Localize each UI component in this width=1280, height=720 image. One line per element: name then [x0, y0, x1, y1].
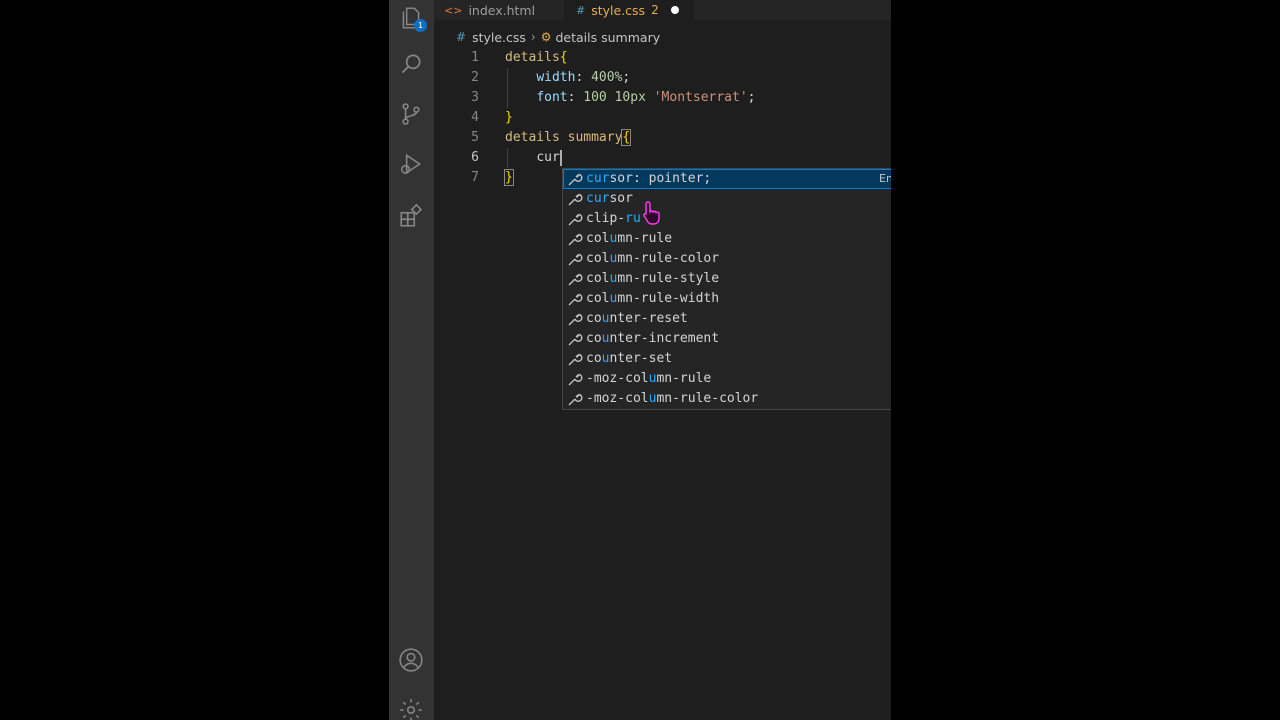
breadcrumb: # style.css › ⚙ details summary — [456, 28, 660, 46]
suggestion-item[interactable]: counter-increment — [563, 329, 891, 349]
tab-label: index.html — [468, 2, 536, 18]
suggestion-detail: Em — [879, 172, 891, 185]
suggestion-item[interactable]: cursor — [563, 189, 891, 209]
suggestion-item[interactable]: column-rule-color — [563, 249, 891, 269]
suggestion-item[interactable]: column-rule-style — [563, 269, 891, 289]
code-line: width: 400%; — [536, 70, 631, 85]
css-file-icon: # — [456, 30, 467, 44]
explorer-badge: 1 — [414, 19, 427, 32]
wrench-icon — [568, 333, 583, 346]
line-number: 7 — [471, 170, 479, 185]
wrench-icon — [568, 173, 583, 186]
extensions-icon — [400, 203, 423, 227]
suggestion-item-focused[interactable]: cursor: pointer; Em — [563, 169, 891, 189]
unsaved-dot-icon[interactable] — [670, 6, 679, 14]
explorer-button[interactable]: 1 — [395, 2, 427, 34]
account-icon — [399, 648, 423, 672]
source-control-button[interactable] — [395, 98, 427, 130]
code-line-current: cur — [505, 148, 562, 168]
wrench-icon — [568, 253, 583, 266]
line-number: 3 — [471, 90, 479, 105]
line-number: 1 — [471, 50, 479, 65]
tab-style-css[interactable]: # style.css 2 — [564, 0, 694, 20]
code-line: details{ — [505, 50, 568, 65]
code-line: } — [505, 110, 513, 125]
wrench-icon — [568, 233, 583, 246]
tab-index-html[interactable]: <> index.html — [444, 0, 564, 20]
search-icon — [401, 54, 421, 74]
wrench-icon — [568, 273, 583, 286]
wrench-icon — [568, 213, 583, 226]
line-number: 4 — [471, 110, 479, 125]
run-debug-icon — [400, 153, 422, 175]
suggestion-item[interactable]: counter-reset — [563, 309, 891, 329]
source-control-icon — [402, 103, 420, 125]
line-number: 5 — [471, 130, 479, 145]
extensions-button[interactable] — [395, 200, 427, 232]
wrench-icon — [568, 293, 583, 306]
css-file-icon: # — [576, 3, 586, 17]
suggestion-item[interactable]: column-rule-width — [563, 289, 891, 309]
editor-tabs: <> index.html # style.css 2 — [434, 0, 891, 20]
html-file-icon: <> — [444, 3, 463, 17]
wrench-icon — [568, 373, 583, 386]
suggestion-item[interactable]: -moz-column-rule-color — [563, 389, 891, 409]
gear-icon — [400, 699, 422, 720]
activity-bar: 1 — [389, 0, 434, 720]
typed-text: cur — [536, 150, 560, 165]
wrench-icon — [568, 193, 583, 206]
code-line: font: 100 10px 'Montserrat'; — [536, 90, 756, 105]
text-cursor — [559, 149, 562, 166]
code-line: } — [504, 169, 514, 186]
tab-label: style.css — [591, 2, 646, 18]
breadcrumb-file[interactable]: style.css — [472, 30, 526, 45]
wrench-icon — [568, 313, 583, 326]
suggestion-widget: cursor: pointer; Em cursorclip-rucolumn-… — [562, 168, 891, 410]
settings-button[interactable] — [395, 694, 427, 720]
wrench-icon — [568, 393, 583, 406]
symbol-icon: ⚙ — [540, 30, 552, 44]
line-number: 6 — [471, 150, 479, 165]
code-line: details summary{ — [505, 129, 632, 146]
line-number: 2 — [471, 70, 479, 85]
suggestion-item[interactable]: counter-set — [563, 349, 891, 369]
run-debug-button[interactable] — [395, 148, 427, 180]
chevron-right-icon: › — [530, 30, 536, 44]
wrench-icon — [568, 353, 583, 366]
search-button[interactable] — [395, 48, 427, 80]
breadcrumb-symbol[interactable]: details summary — [556, 30, 661, 45]
suggestion-item[interactable]: -moz-column-rule — [563, 369, 891, 389]
hand-pointer-icon — [643, 201, 660, 225]
vscode-window: 1 <> index.html # style.css 2 # style.cs… — [389, 0, 891, 720]
suggestion-item[interactable]: column-rule — [563, 229, 891, 249]
problems-count: 2 — [651, 3, 659, 17]
accounts-button[interactable] — [395, 644, 427, 676]
suggestion-item[interactable]: clip-ru — [563, 209, 891, 229]
